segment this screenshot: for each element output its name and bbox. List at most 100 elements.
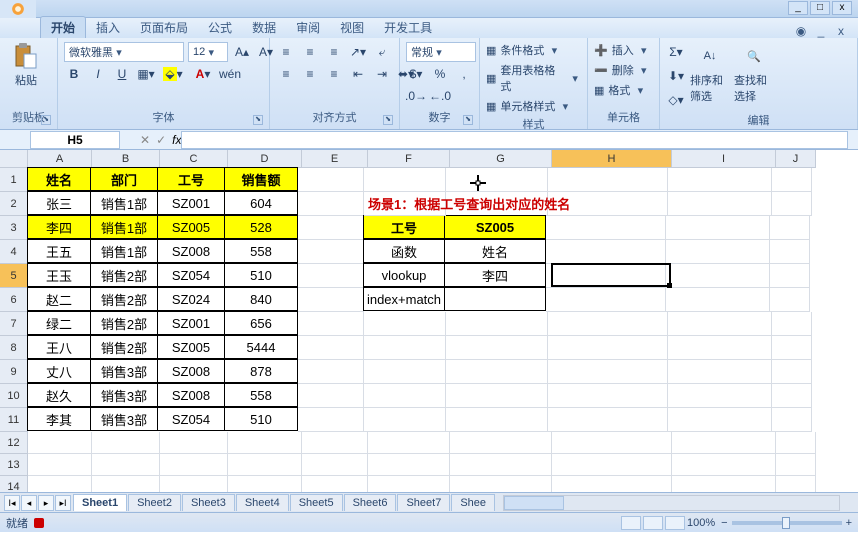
- cell-H14[interactable]: [552, 476, 672, 492]
- cell-G11[interactable]: [446, 408, 548, 432]
- cell-C1[interactable]: 工号: [157, 167, 225, 191]
- cell-G7[interactable]: [446, 312, 548, 336]
- cell-B10[interactable]: 销售3部: [90, 383, 158, 407]
- cell-C5[interactable]: SZ054: [157, 263, 225, 287]
- font-name[interactable]: 微软雅黑▾: [64, 42, 184, 62]
- number-launcher[interactable]: ⬊: [463, 115, 473, 125]
- cell-F8[interactable]: [364, 336, 446, 360]
- cell-A10[interactable]: 赵久: [27, 383, 91, 407]
- cell-D10[interactable]: 558: [224, 383, 298, 407]
- row-header-5[interactable]: 5: [0, 264, 28, 288]
- cell-G3[interactable]: SZ005: [444, 215, 546, 239]
- cancel-formula-icon[interactable]: ✕: [140, 133, 150, 147]
- sheet-nav-prev[interactable]: ◂: [21, 495, 37, 511]
- cell-C12[interactable]: [160, 432, 228, 454]
- zoom-in[interactable]: +: [846, 517, 852, 529]
- name-box[interactable]: H5: [30, 131, 120, 149]
- cell-F11[interactable]: [364, 408, 446, 432]
- row-header-3[interactable]: 3: [0, 216, 28, 240]
- tab-dev[interactable]: 开发工具: [374, 17, 442, 38]
- cell-C13[interactable]: [160, 454, 228, 476]
- window-minimize[interactable]: _: [788, 1, 808, 15]
- view-pagebreak[interactable]: [665, 516, 685, 530]
- col-header-J[interactable]: J: [776, 150, 816, 168]
- cell-I2[interactable]: [668, 192, 772, 216]
- row-header-1[interactable]: 1: [0, 168, 28, 192]
- align-right-icon[interactable]: ≡: [324, 64, 344, 84]
- cell-J10[interactable]: [772, 384, 812, 408]
- cell-A9[interactable]: 丈八: [27, 359, 91, 383]
- align-top-icon[interactable]: ≡: [276, 42, 296, 62]
- cell-J11[interactable]: [772, 408, 812, 432]
- cell-I3[interactable]: [666, 216, 770, 240]
- cell-D11[interactable]: 510: [224, 407, 298, 431]
- cell-B13[interactable]: [92, 454, 160, 476]
- cell-I12[interactable]: [672, 432, 776, 454]
- cell-C6[interactable]: SZ024: [157, 287, 225, 311]
- cell-G9[interactable]: [446, 360, 548, 384]
- sheet-nav-first[interactable]: I◂: [4, 495, 20, 511]
- fill-color-icon[interactable]: ⬙▾: [160, 64, 186, 84]
- view-layout[interactable]: [643, 516, 663, 530]
- cell-I7[interactable]: [668, 312, 772, 336]
- cell-B12[interactable]: [92, 432, 160, 454]
- cell-J8[interactable]: [772, 336, 812, 360]
- cell-A4[interactable]: 王五: [27, 239, 91, 263]
- cell-E12[interactable]: [302, 432, 368, 454]
- row-header-4[interactable]: 4: [0, 240, 28, 264]
- orientation-icon[interactable]: ↗▾: [348, 42, 368, 62]
- cell-G12[interactable]: [450, 432, 552, 454]
- cell-F2[interactable]: 场景1：根据工号查询出对应的姓名: [364, 192, 446, 216]
- cell-J14[interactable]: [776, 476, 816, 492]
- cell-A11[interactable]: 李其: [27, 407, 91, 431]
- row-header-12[interactable]: 12: [0, 432, 28, 454]
- cell-G10[interactable]: [446, 384, 548, 408]
- sheet-tab-Sheet1[interactable]: Sheet1: [73, 494, 127, 511]
- wrap-text-icon[interactable]: ⤶: [372, 42, 392, 62]
- sheet-tab-Sheet7[interactable]: Sheet7: [397, 494, 450, 511]
- cell-J9[interactable]: [772, 360, 812, 384]
- help-icon[interactable]: ◉: [794, 24, 808, 38]
- cell-F12[interactable]: [368, 432, 450, 454]
- cell-E11[interactable]: [298, 408, 364, 432]
- cell-C3[interactable]: SZ005: [157, 215, 225, 239]
- cell-J5[interactable]: [770, 264, 810, 288]
- cell-D8[interactable]: 5444: [224, 335, 298, 359]
- tab-view[interactable]: 视图: [330, 17, 374, 38]
- cell-D4[interactable]: 558: [224, 239, 298, 263]
- number-format[interactable]: 常规▾: [406, 42, 476, 62]
- accept-formula-icon[interactable]: ✓: [156, 133, 166, 147]
- align-center-icon[interactable]: ≡: [300, 64, 320, 84]
- cell-C8[interactable]: SZ005: [157, 335, 225, 359]
- phonetic-icon[interactable]: wén: [220, 64, 240, 84]
- cell-F10[interactable]: [364, 384, 446, 408]
- format-cells-button[interactable]: ▦格式▾: [594, 82, 646, 98]
- cell-J1[interactable]: [772, 168, 812, 192]
- cell-I8[interactable]: [668, 336, 772, 360]
- cell-J7[interactable]: [772, 312, 812, 336]
- col-header-I[interactable]: I: [672, 150, 776, 168]
- cell-G14[interactable]: [450, 476, 552, 492]
- cell-G13[interactable]: [450, 454, 552, 476]
- cell-A5[interactable]: 王玉: [27, 263, 91, 287]
- cell-I4[interactable]: [666, 240, 770, 264]
- percent-icon[interactable]: %: [430, 64, 450, 84]
- cell-H1[interactable]: [548, 168, 668, 192]
- cell-B5[interactable]: 销售2部: [90, 263, 158, 287]
- cell-A12[interactable]: [28, 432, 92, 454]
- font-launcher[interactable]: ⬊: [253, 115, 263, 125]
- cell-F7[interactable]: [364, 312, 446, 336]
- cell-E6[interactable]: [298, 288, 364, 312]
- cell-C10[interactable]: SZ008: [157, 383, 225, 407]
- sheet-tab-Sheet4[interactable]: Sheet4: [236, 494, 289, 511]
- window-close[interactable]: x: [832, 1, 852, 15]
- cell-E4[interactable]: [298, 240, 364, 264]
- clipboard-launcher[interactable]: ⬊: [41, 115, 51, 125]
- cell-D13[interactable]: [228, 454, 302, 476]
- cell-H4[interactable]: [546, 240, 666, 264]
- zoom-slider[interactable]: [732, 521, 842, 525]
- row-header-8[interactable]: 8: [0, 336, 28, 360]
- cell-A7[interactable]: 绿二: [27, 311, 91, 335]
- cell-E5[interactable]: [298, 264, 364, 288]
- cell-B14[interactable]: [92, 476, 160, 492]
